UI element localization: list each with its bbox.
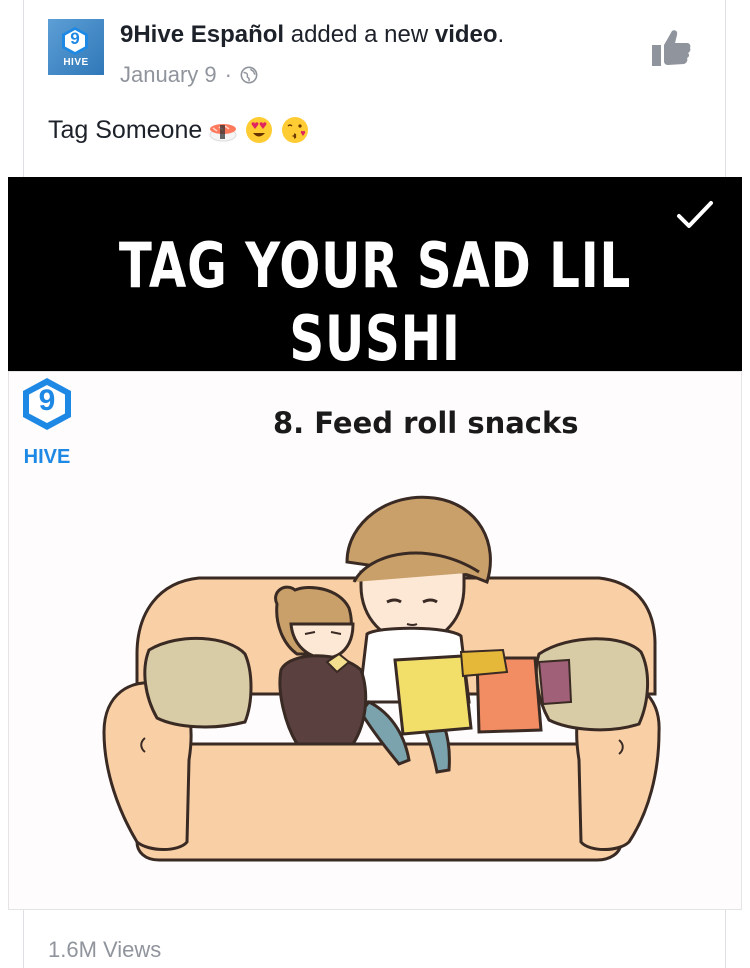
card-border bbox=[23, 910, 24, 968]
action-text: added a new bbox=[284, 21, 435, 48]
banner-title: TAG YOUR SAD LIL SUSHI bbox=[118, 229, 632, 375]
sushi-icon bbox=[209, 124, 237, 142]
couch-illustration bbox=[102, 495, 661, 862]
page-avatar[interactable]: 9 HIVE bbox=[48, 19, 104, 75]
kissing-face-icon bbox=[282, 117, 309, 143]
card-border bbox=[725, 0, 726, 177]
avatar-label: HIVE bbox=[63, 57, 89, 68]
globe-icon bbox=[240, 66, 258, 84]
header-period: . bbox=[497, 21, 505, 48]
video-banner[interactable]: TAG YOUR SAD LIL SUSHI bbox=[8, 177, 742, 375]
post-meta: January 9 · bbox=[120, 62, 258, 88]
heart-eyes-icon bbox=[246, 117, 273, 143]
view-count: 1.6M Views bbox=[48, 937, 162, 962]
card-border bbox=[725, 910, 726, 968]
post-header: 9Hive Español added a new video. bbox=[120, 20, 504, 50]
checkmark-icon[interactable] bbox=[676, 200, 714, 230]
meta-separator: · bbox=[224, 62, 232, 87]
object-link[interactable]: video bbox=[435, 21, 498, 48]
message-text: Tag Someone bbox=[48, 115, 203, 144]
post-date[interactable]: January 9 bbox=[120, 62, 217, 88]
video-frame[interactable]: 9 HIVE 8. Feed roll snacks bbox=[8, 371, 742, 910]
post-message: Tag Someone bbox=[48, 115, 310, 145]
avatar-number: 9 bbox=[70, 29, 80, 48]
card-border bbox=[23, 0, 24, 177]
page-name-link[interactable]: 9Hive Español bbox=[120, 21, 284, 48]
thumbs-up-icon[interactable] bbox=[650, 28, 692, 68]
